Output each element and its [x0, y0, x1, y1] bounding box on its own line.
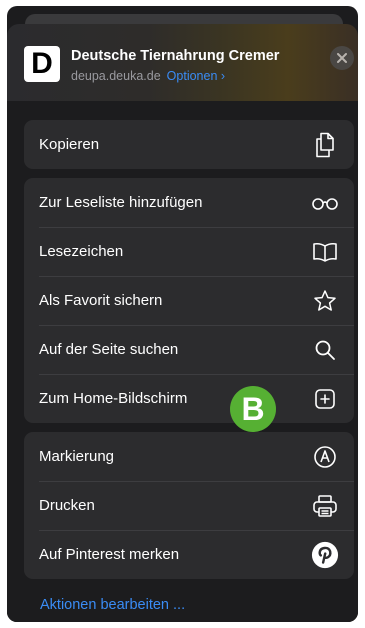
action-label: Auf Pinterest merken	[39, 546, 180, 563]
share-sheet-frame: D Deutsche Tiernahrung Cremer deupa.deuk…	[7, 6, 358, 622]
site-title: Deutsche Tiernahrung Cremer	[71, 48, 280, 64]
action-add-favorite[interactable]: Als Favorit sichern	[24, 276, 354, 325]
options-link[interactable]: Optionen ›	[167, 69, 225, 83]
action-label: Kopieren	[39, 136, 100, 153]
copy-icon	[311, 131, 339, 159]
site-domain: deupa.deuka.de	[71, 69, 161, 83]
action-markup[interactable]: Markierung	[24, 432, 354, 481]
action-group-page: Zur Leseliste hinzufügen Lesezeichen Als…	[24, 178, 354, 423]
action-find-on-page[interactable]: Auf der Seite suchen	[24, 325, 354, 374]
pinterest-icon	[311, 541, 339, 569]
action-label: Auf der Seite suchen	[39, 341, 179, 358]
action-add-reading-list[interactable]: Zur Leseliste hinzufügen	[24, 178, 354, 227]
share-sheet: D Deutsche Tiernahrung Cremer deupa.deuk…	[7, 24, 358, 622]
star-icon	[311, 287, 339, 315]
action-add-home-screen[interactable]: Zum Home-Bildschirm	[24, 374, 354, 423]
add-square-icon	[311, 385, 339, 413]
edit-actions-link[interactable]: Aktionen bearbeiten ...	[40, 597, 185, 613]
close-button[interactable]	[330, 46, 354, 70]
action-label: Markierung	[39, 448, 115, 465]
close-icon	[337, 53, 347, 63]
book-icon	[311, 238, 339, 266]
action-copy[interactable]: Kopieren	[24, 120, 354, 169]
action-bookmark[interactable]: Lesezeichen	[24, 227, 354, 276]
action-label: Als Favorit sichern	[39, 292, 163, 309]
action-group-copy: Kopieren	[24, 120, 354, 169]
annotation-badge: B	[230, 386, 276, 432]
markup-icon	[311, 443, 339, 471]
glasses-icon	[311, 189, 339, 217]
action-label: Lesezeichen	[39, 243, 124, 260]
search-icon	[311, 336, 339, 364]
site-logo: D	[24, 46, 60, 82]
share-sheet-header: D Deutsche Tiernahrung Cremer deupa.deuk…	[7, 24, 358, 101]
action-print[interactable]: Drucken	[24, 481, 354, 530]
action-label: Drucken	[39, 497, 95, 514]
action-pinterest[interactable]: Auf Pinterest merken	[24, 530, 354, 579]
action-group-tools: Markierung Drucken Auf Pinterest merken	[24, 432, 354, 579]
site-subtitle: deupa.deuka.de Optionen ›	[71, 69, 225, 83]
printer-icon	[311, 492, 339, 520]
action-label: Zur Leseliste hinzufügen	[39, 194, 203, 211]
